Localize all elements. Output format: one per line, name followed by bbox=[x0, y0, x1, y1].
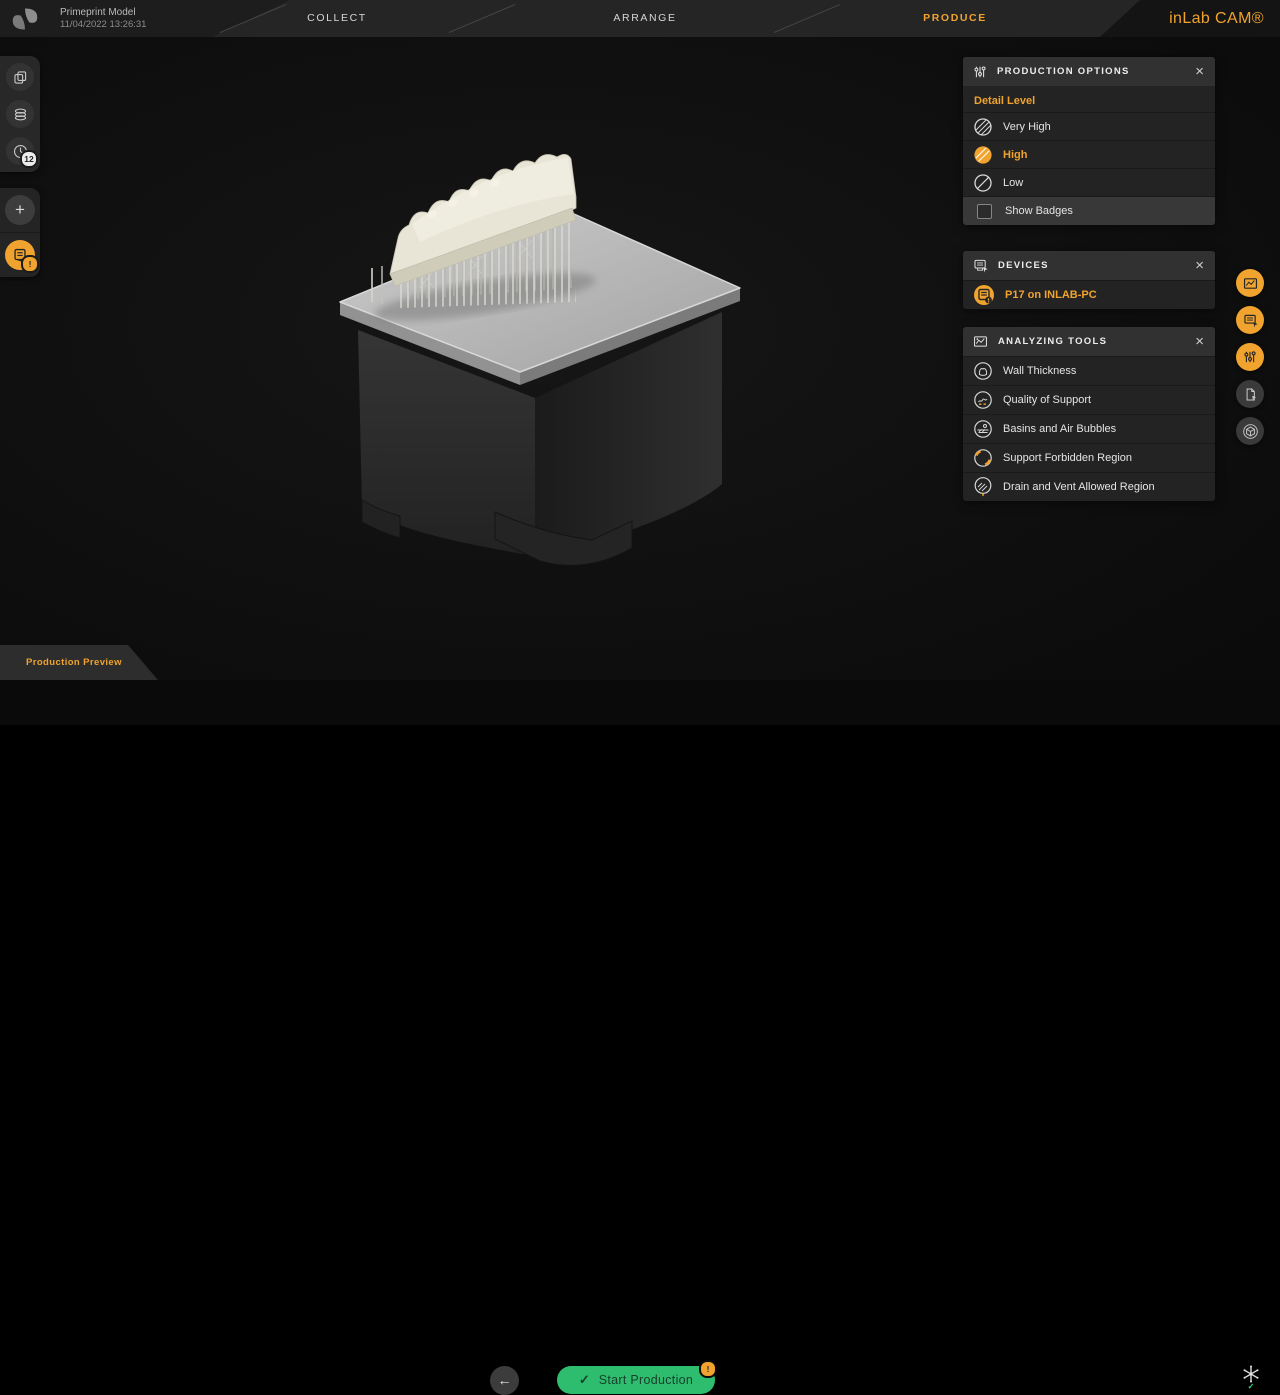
option-very-high[interactable]: Very High bbox=[963, 112, 1215, 140]
start-production-alert-badge: ! bbox=[699, 1360, 717, 1378]
close-icon[interactable]: × bbox=[1193, 334, 1206, 349]
panel-production-options: PRODUCTION OPTIONS × Detail Level Very H… bbox=[963, 57, 1215, 225]
tool-label: Basins and Air Bubbles bbox=[1003, 423, 1116, 435]
sliders-icon bbox=[1242, 349, 1258, 365]
start-production-label: Start Production bbox=[599, 1373, 693, 1387]
basins-air-bubbles-icon bbox=[973, 419, 993, 439]
devices-icon bbox=[972, 257, 989, 274]
panel-title: PRODUCTION OPTIONS bbox=[997, 66, 1184, 77]
support-forbidden-region-icon bbox=[973, 448, 993, 468]
project-name: Primeprint Model bbox=[60, 7, 146, 19]
detail-very-high-icon bbox=[973, 117, 993, 137]
tab-produce[interactable]: PRODUCE bbox=[895, 0, 1015, 37]
option-label: Very High bbox=[1003, 121, 1051, 133]
tool-label: Drain and Vent Allowed Region bbox=[1003, 481, 1155, 493]
production-options-toggle-button[interactable] bbox=[1236, 343, 1264, 371]
panel-header: PRODUCTION OPTIONS × bbox=[963, 57, 1215, 86]
tool-wall-thickness[interactable]: Wall Thickness bbox=[963, 356, 1215, 385]
production-report-button[interactable] bbox=[1236, 380, 1264, 408]
detail-high-icon bbox=[973, 145, 993, 165]
panel-title: DEVICES bbox=[998, 260, 1184, 271]
option-low[interactable]: Low bbox=[963, 168, 1215, 196]
check-icon: ✓ bbox=[1248, 1384, 1255, 1389]
quality-of-support-icon bbox=[973, 390, 993, 410]
close-icon[interactable]: × bbox=[1193, 258, 1206, 273]
start-production-button[interactable]: ✓ Start Production ! bbox=[557, 1366, 715, 1394]
copies-icon bbox=[12, 69, 29, 86]
project-datetime: 11/04/2022 13:26:31 bbox=[60, 19, 146, 31]
sliders-icon bbox=[972, 64, 988, 80]
show-badges-checkbox[interactable] bbox=[977, 204, 992, 219]
panel-analyzing-tools: ANALYZING TOOLS × Wall Thickness Quality… bbox=[963, 327, 1215, 501]
show-badges-label: Show Badges bbox=[1005, 205, 1073, 217]
check-icon: ✓ bbox=[579, 1372, 590, 1388]
tool-support-forbidden-region[interactable]: Support Forbidden Region bbox=[963, 443, 1215, 472]
add-icon: + bbox=[15, 201, 25, 218]
tool-quality-of-support[interactable]: Quality of Support bbox=[963, 385, 1215, 414]
panel-header: DEVICES × bbox=[963, 251, 1215, 280]
tab-arrange[interactable]: ARRANGE bbox=[585, 0, 705, 37]
material-stack-icon bbox=[12, 106, 29, 123]
tool-basins-air-bubbles[interactable]: Basins and Air Bubbles bbox=[963, 414, 1215, 443]
app-logo-icon[interactable] bbox=[11, 5, 39, 33]
device-row[interactable]: P17 on INLAB-PC bbox=[963, 280, 1215, 309]
material-stack-button[interactable] bbox=[6, 100, 34, 128]
view-3d-icon bbox=[1242, 423, 1259, 440]
production-report-icon bbox=[1242, 386, 1259, 403]
bottom-bar: ← ✓ Start Production ! ✓ bbox=[0, 680, 1280, 725]
devices-icon bbox=[1242, 312, 1259, 329]
show-badges-row[interactable]: Show Badges bbox=[963, 196, 1215, 225]
tool-drain-vent-allowed-region[interactable]: Drain and Vent Allowed Region bbox=[963, 472, 1215, 501]
analyzing-tools-toggle-button[interactable] bbox=[1236, 269, 1264, 297]
drain-vent-allowed-region-icon bbox=[973, 476, 993, 498]
tool-label: Support Forbidden Region bbox=[1003, 452, 1132, 464]
back-button[interactable]: ← bbox=[490, 1366, 519, 1395]
device-label: P17 on INLAB-PC bbox=[1005, 289, 1097, 301]
panel-devices: DEVICES × P17 on INLAB-PC bbox=[963, 251, 1215, 309]
add-button[interactable]: + bbox=[5, 195, 35, 225]
view-reset-button[interactable]: ✓ bbox=[1238, 1364, 1264, 1394]
history-count-badge: 12 bbox=[20, 150, 38, 168]
option-label: Low bbox=[1003, 177, 1023, 189]
analyzing-tools-icon bbox=[972, 333, 989, 350]
devices-toggle-button[interactable] bbox=[1236, 306, 1264, 334]
top-bar: Primeprint Model 11/04/2022 13:26:31 COL… bbox=[0, 0, 1280, 37]
panel-title: ANALYZING TOOLS bbox=[998, 336, 1184, 347]
tool-label: Quality of Support bbox=[1003, 394, 1091, 406]
option-high[interactable]: High bbox=[963, 140, 1215, 168]
tab-separator bbox=[774, 4, 841, 33]
copies-button[interactable] bbox=[6, 63, 34, 91]
panel-header: ANALYZING TOOLS × bbox=[963, 327, 1215, 356]
toolbar-divider bbox=[0, 232, 40, 233]
close-icon[interactable]: × bbox=[1193, 64, 1206, 79]
tab-separator bbox=[449, 4, 516, 33]
tab-collect[interactable]: COLLECT bbox=[277, 0, 397, 37]
view-3d-button[interactable] bbox=[1236, 417, 1264, 445]
analyzing-tools-icon bbox=[1242, 275, 1259, 292]
left-toolbar-group-2: + ! bbox=[0, 188, 40, 277]
tool-label: Wall Thickness bbox=[1003, 365, 1076, 377]
device-alert-badge: ! bbox=[21, 255, 39, 273]
detail-low-icon bbox=[973, 173, 993, 193]
history-button[interactable]: 12 bbox=[6, 137, 34, 165]
back-arrow-icon: ← bbox=[498, 1372, 512, 1388]
wall-thickness-icon bbox=[973, 361, 993, 381]
device-status-icon bbox=[973, 284, 995, 306]
detail-level-label: Detail Level bbox=[963, 86, 1215, 112]
snowflake-icon bbox=[1241, 1364, 1261, 1384]
app-name: inLab CAM® bbox=[1169, 0, 1264, 37]
option-label: High bbox=[1003, 149, 1027, 161]
project-info: Primeprint Model 11/04/2022 13:26:31 bbox=[60, 7, 146, 31]
primeprint-device-button[interactable]: ! bbox=[5, 240, 35, 270]
left-toolbar-group-1: 12 bbox=[0, 56, 40, 172]
